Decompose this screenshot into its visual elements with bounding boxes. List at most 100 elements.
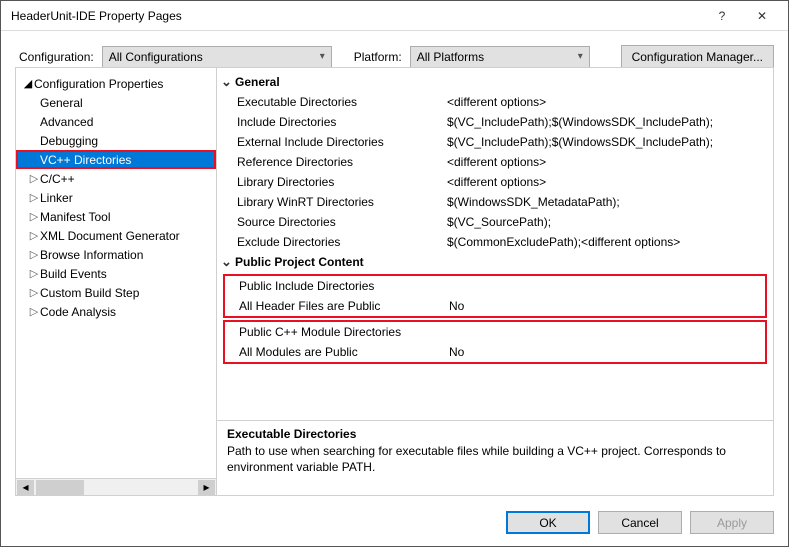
- tree-root[interactable]: ◢ Configuration Properties: [16, 74, 216, 93]
- chevron-right-icon: ▷: [28, 210, 40, 223]
- tree-item[interactable]: Debugging: [16, 131, 216, 150]
- property-grid[interactable]: ⌄GeneralExecutable Directories<different…: [217, 68, 773, 421]
- property-value[interactable]: $(WindowsSDK_MetadataPath);: [447, 195, 773, 209]
- tree-item-label: Linker: [40, 191, 73, 205]
- scroll-left-icon[interactable]: ◂: [17, 480, 34, 495]
- platform-label: Platform:: [354, 50, 402, 64]
- property-value[interactable]: $(CommonExcludePath);<different options>: [447, 235, 773, 249]
- property-value[interactable]: $(VC_SourcePath);: [447, 215, 773, 229]
- cancel-button[interactable]: Cancel: [598, 511, 682, 534]
- property-value[interactable]: $(VC_IncludePath);$(WindowsSDK_IncludePa…: [447, 115, 773, 129]
- main-frame: ◢ Configuration Properties General Advanc…: [15, 67, 774, 496]
- property-row[interactable]: All Modules are PublicNo: [225, 342, 765, 362]
- property-value[interactable]: <different options>: [447, 155, 773, 169]
- chevron-right-icon: ▷: [28, 248, 40, 261]
- tree-item[interactable]: ▷Browse Information: [16, 245, 216, 264]
- chevron-down-icon: ◢: [22, 77, 34, 90]
- scroll-thumb[interactable]: [36, 480, 84, 495]
- description-title: Executable Directories: [227, 427, 763, 441]
- tree-item[interactable]: ▷C/C++: [16, 169, 216, 188]
- tree-item[interactable]: ▷Linker: [16, 188, 216, 207]
- configuration-manager-button[interactable]: Configuration Manager...: [621, 45, 774, 68]
- config-dropdown[interactable]: All Configurations ▾: [102, 46, 332, 68]
- apply-button[interactable]: Apply: [690, 511, 774, 534]
- category-label: General: [235, 75, 280, 89]
- tree-item-label: Code Analysis: [40, 305, 116, 319]
- tree-item-label: Debugging: [40, 134, 98, 148]
- chevron-down-icon: ⌄: [221, 74, 235, 90]
- property-row[interactable]: Public Include Directories: [225, 276, 765, 296]
- platform-value: All Platforms: [417, 50, 484, 64]
- property-name: Public C++ Module Directories: [239, 325, 449, 339]
- property-row[interactable]: Executable Directories<different options…: [217, 92, 773, 112]
- property-value[interactable]: No: [449, 345, 765, 359]
- property-name: Include Directories: [237, 115, 447, 129]
- property-row[interactable]: Exclude Directories$(CommonExcludePath);…: [217, 232, 773, 252]
- property-value[interactable]: <different options>: [447, 175, 773, 189]
- property-panel: ⌄GeneralExecutable Directories<different…: [216, 68, 773, 495]
- close-button[interactable]: ✕: [742, 3, 782, 29]
- property-value[interactable]: <different options>: [447, 95, 773, 109]
- category-label: Public Project Content: [235, 255, 364, 269]
- chevron-right-icon: ▷: [28, 267, 40, 280]
- property-name: All Header Files are Public: [239, 299, 449, 313]
- scroll-right-icon[interactable]: ▸: [198, 480, 215, 495]
- chevron-down-icon: ⌄: [221, 254, 235, 270]
- property-name: Reference Directories: [237, 155, 447, 169]
- property-row[interactable]: External Include Directories$(VC_Include…: [217, 132, 773, 152]
- category-row[interactable]: ⌄General: [217, 72, 773, 92]
- property-row[interactable]: Reference Directories<different options>: [217, 152, 773, 172]
- chevron-right-icon: ▷: [28, 172, 40, 185]
- tree-item[interactable]: Advanced: [16, 112, 216, 131]
- tree-item-label: Advanced: [40, 115, 93, 129]
- tree-item[interactable]: ▷Build Events: [16, 264, 216, 283]
- help-button[interactable]: ?: [702, 3, 742, 29]
- tree-item[interactable]: ▷Manifest Tool: [16, 207, 216, 226]
- chevron-down-icon: ▾: [578, 51, 583, 62]
- highlighted-group: Public Include Directories All Header Fil…: [223, 274, 767, 318]
- chevron-right-icon: ▷: [28, 229, 40, 242]
- chevron-right-icon: ▷: [28, 191, 40, 204]
- property-name: Library WinRT Directories: [237, 195, 447, 209]
- tree-item-label: Custom Build Step: [40, 286, 139, 300]
- property-row[interactable]: Public C++ Module Directories: [225, 322, 765, 342]
- tree-item-label: VC++ Directories: [40, 153, 131, 167]
- tree-panel: ◢ Configuration Properties General Advanc…: [16, 68, 216, 495]
- property-name: Library Directories: [237, 175, 447, 189]
- property-name: Source Directories: [237, 215, 447, 229]
- platform-dropdown[interactable]: All Platforms ▾: [410, 46, 590, 68]
- close-icon: ✕: [757, 9, 767, 23]
- property-row[interactable]: All Header Files are PublicNo: [225, 296, 765, 316]
- chevron-down-icon: ▾: [320, 51, 325, 62]
- property-row[interactable]: Library WinRT Directories$(WindowsSDK_Me…: [217, 192, 773, 212]
- property-name: Public Include Directories: [239, 279, 449, 293]
- ok-button[interactable]: OK: [506, 511, 590, 534]
- highlighted-group: Public C++ Module Directories All Modules…: [223, 320, 767, 364]
- tree-root-label: Configuration Properties: [34, 77, 163, 91]
- tree[interactable]: ◢ Configuration Properties General Advanc…: [16, 68, 216, 478]
- property-name: Exclude Directories: [237, 235, 447, 249]
- tree-item[interactable]: VC++ Directories: [16, 150, 216, 169]
- property-row[interactable]: Source Directories$(VC_SourcePath);: [217, 212, 773, 232]
- category-row[interactable]: ⌄Public Project Content: [217, 252, 773, 272]
- tree-item-label: XML Document Generator: [40, 229, 180, 243]
- tree-item[interactable]: ▷Custom Build Step: [16, 283, 216, 302]
- config-value: All Configurations: [109, 50, 203, 64]
- description-text: Path to use when searching for executabl…: [227, 443, 763, 475]
- tree-item-label: General: [40, 96, 83, 110]
- tree-item[interactable]: ▷Code Analysis: [16, 302, 216, 321]
- tree-h-scrollbar[interactable]: ◂ ▸: [16, 478, 216, 495]
- property-row[interactable]: Library Directories<different options>: [217, 172, 773, 192]
- property-name: External Include Directories: [237, 135, 447, 149]
- property-name: All Modules are Public: [239, 345, 449, 359]
- chevron-right-icon: ▷: [28, 305, 40, 318]
- property-row[interactable]: Include Directories$(VC_IncludePath);$(W…: [217, 112, 773, 132]
- dialog-buttons: OK Cancel Apply: [506, 511, 774, 534]
- config-label: Configuration:: [19, 50, 94, 64]
- property-value[interactable]: No: [449, 299, 765, 313]
- tree-item[interactable]: ▷XML Document Generator: [16, 226, 216, 245]
- tree-item[interactable]: General: [16, 93, 216, 112]
- chevron-right-icon: ▷: [28, 286, 40, 299]
- tree-item-label: Browse Information: [40, 248, 143, 262]
- property-value[interactable]: $(VC_IncludePath);$(WindowsSDK_IncludePa…: [447, 135, 773, 149]
